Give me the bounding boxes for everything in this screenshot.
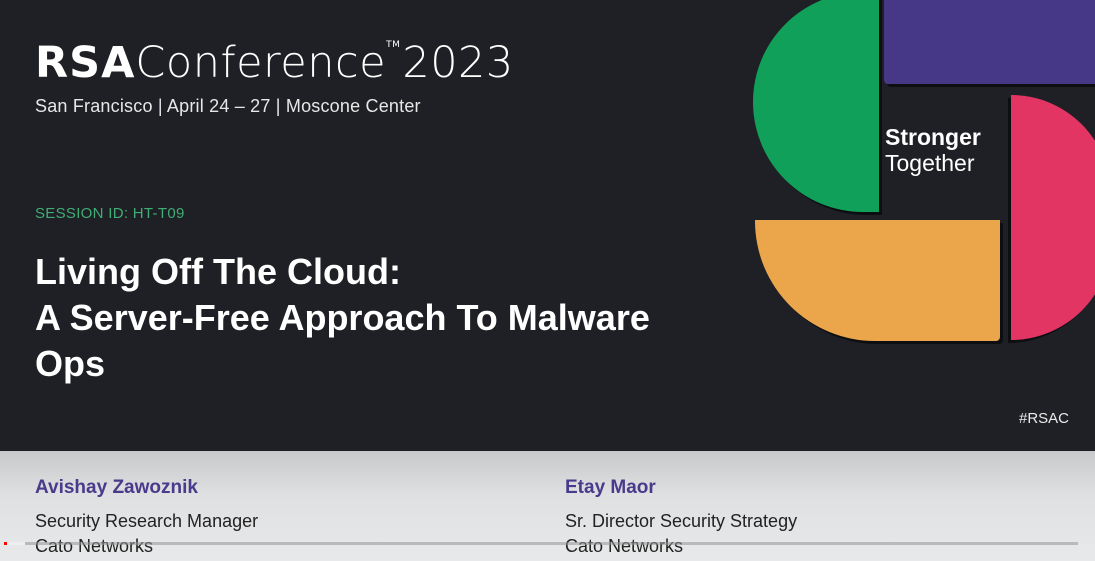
speaker-card: Avishay Zawoznik Security Research Manag… [35,478,258,559]
video-progress-bar[interactable] [4,542,1078,545]
hashtag: #RSAC [1019,410,1070,427]
decorative-pink-shape [1011,95,1095,340]
speaker-company: Cato Networks [565,536,684,556]
tagline: Stronger Together [885,124,981,176]
speaker-role: Security Research Manager [35,511,259,531]
tagline-line-2: Together [885,150,975,176]
session-title-line: A Server-Free Approach To Malware [35,297,650,338]
tagline-line-1: Stronger [885,124,981,150]
logo-name: Conference [135,38,387,88]
speaker-name: Avishay Zawoznik [35,477,198,498]
video-buffer-bar [4,542,26,545]
conference-details: San Francisco | April 24 – 27 | Moscone … [35,96,421,116]
conference-logo: RSAConferenceTM2023 [35,38,514,88]
speaker-role: Sr. Director Security Strategy [565,511,798,531]
speaker-company: Cato Networks [35,536,154,556]
session-id: SESSION ID: HT-T09 [35,205,185,222]
speaker-card: Etay Maor Sr. Director Security Strategy… [565,478,797,559]
video-played-bar [4,542,8,545]
session-title-line: Living Off The Cloud: [35,251,401,292]
logo-year: 2023 [402,38,514,88]
decorative-purple-shape [884,0,1095,84]
logo-trademark: TM [386,40,401,50]
speaker-name: Etay Maor [565,477,656,498]
logo-brand: RSA [35,38,136,88]
session-title: Living Off The Cloud: A Server-Free Appr… [35,249,735,387]
session-title-line: Ops [35,343,106,384]
